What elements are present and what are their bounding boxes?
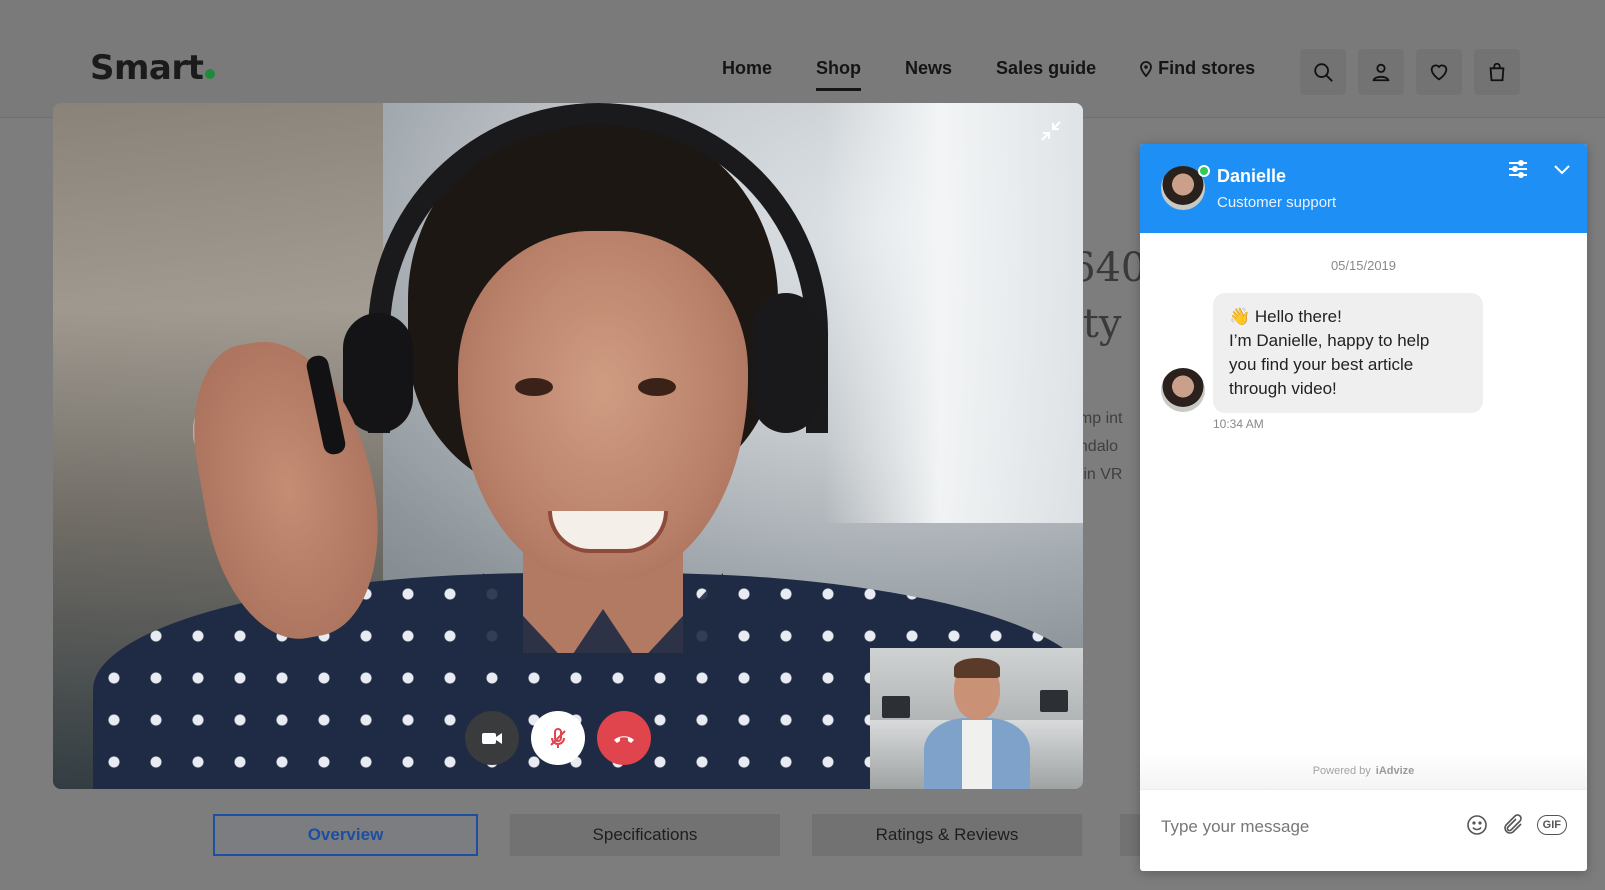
cart-button[interactable] bbox=[1474, 49, 1520, 95]
search-icon bbox=[1314, 63, 1333, 82]
logo-dot bbox=[205, 69, 216, 79]
logo[interactable]: Smart bbox=[90, 48, 216, 88]
settings-sliders-icon[interactable] bbox=[1507, 158, 1529, 180]
tab-partial bbox=[1120, 814, 1140, 856]
chat-header: Danielle Customer support bbox=[1140, 144, 1587, 233]
nav-news[interactable]: News bbox=[905, 58, 952, 91]
mic-off-icon bbox=[550, 728, 566, 748]
header-icons bbox=[1300, 49, 1520, 95]
hang-up-icon bbox=[614, 736, 634, 743]
self-view-monitor bbox=[882, 696, 910, 718]
nav-find-stores[interactable]: Find stores bbox=[1140, 58, 1255, 91]
conversation-date: 05/15/2019 bbox=[1330, 258, 1397, 273]
nav-shop[interactable]: Shop bbox=[816, 58, 862, 91]
chat-widget: Danielle Customer support 05/15/2019 👋 H… bbox=[1140, 144, 1587, 871]
headset-earcup-right bbox=[753, 293, 819, 433]
message-timestamp: 10:34 AM bbox=[1213, 417, 1264, 431]
site-header: Smart Home Shop News Sales guide Find st… bbox=[0, 0, 1605, 118]
agent-role: Customer support bbox=[1217, 194, 1337, 211]
self-view-monitor bbox=[1040, 690, 1068, 712]
powered-by: Powered by iAdvize bbox=[1140, 753, 1587, 789]
location-pin-icon bbox=[1140, 60, 1152, 77]
attachment-icon[interactable] bbox=[1501, 813, 1525, 837]
tab-overview[interactable]: Overview bbox=[213, 814, 478, 856]
video-window-light bbox=[823, 103, 1083, 523]
camera-toggle-button[interactable] bbox=[465, 711, 519, 765]
collapse-arrows-icon bbox=[1041, 121, 1061, 141]
heart-icon bbox=[1430, 64, 1448, 81]
product-tabs: Overview Specifications Ratings & Review… bbox=[213, 814, 1082, 856]
chat-header-tools bbox=[1507, 158, 1573, 180]
tab-specifications[interactable]: Specifications bbox=[510, 814, 780, 856]
powered-by-label: Powered by bbox=[1312, 765, 1371, 777]
message-line: you find your best article bbox=[1229, 355, 1414, 374]
message-line: through video! bbox=[1229, 379, 1337, 398]
agent-message-bubble: 👋 Hello there! I’m Danielle, happy to he… bbox=[1213, 293, 1483, 413]
minimize-video-button[interactable] bbox=[1038, 118, 1064, 144]
nav-home[interactable]: Home bbox=[722, 58, 772, 91]
emoji-icon[interactable] bbox=[1465, 813, 1489, 837]
brand-name[interactable]: iAdvize bbox=[1376, 765, 1415, 777]
chevron-down-icon[interactable] bbox=[1551, 158, 1573, 180]
headset-earcup-left bbox=[343, 313, 413, 433]
self-view-tee bbox=[962, 720, 992, 789]
wishlist-button[interactable] bbox=[1416, 49, 1462, 95]
camera-icon bbox=[482, 733, 502, 744]
message-input-bar: GIF bbox=[1140, 789, 1587, 871]
message-input[interactable] bbox=[1161, 812, 1451, 842]
user-icon bbox=[1372, 63, 1390, 82]
message-line: I’m Danielle, happy to help bbox=[1229, 331, 1430, 350]
hang-up-button[interactable] bbox=[597, 711, 651, 765]
message-line: 👋 Hello there! bbox=[1229, 307, 1342, 326]
main-nav: Home Shop News Sales guide Find stores bbox=[722, 58, 1255, 91]
account-button[interactable] bbox=[1358, 49, 1404, 95]
tab-ratings-reviews[interactable]: Ratings & Reviews bbox=[812, 814, 1082, 856]
call-controls bbox=[465, 711, 651, 765]
gif-button[interactable]: GIF bbox=[1536, 815, 1567, 835]
bag-icon bbox=[1489, 62, 1505, 82]
search-button[interactable] bbox=[1300, 49, 1346, 95]
nav-sales-guide[interactable]: Sales guide bbox=[996, 58, 1096, 91]
self-view-hair bbox=[954, 658, 1000, 678]
video-call-panel bbox=[53, 103, 1083, 789]
message-avatar bbox=[1161, 368, 1205, 412]
agent-name: Danielle bbox=[1217, 166, 1287, 186]
self-view-video[interactable] bbox=[870, 648, 1083, 789]
online-status-dot bbox=[1198, 165, 1210, 177]
input-actions: GIF bbox=[1465, 813, 1567, 837]
mute-button[interactable] bbox=[531, 711, 585, 765]
